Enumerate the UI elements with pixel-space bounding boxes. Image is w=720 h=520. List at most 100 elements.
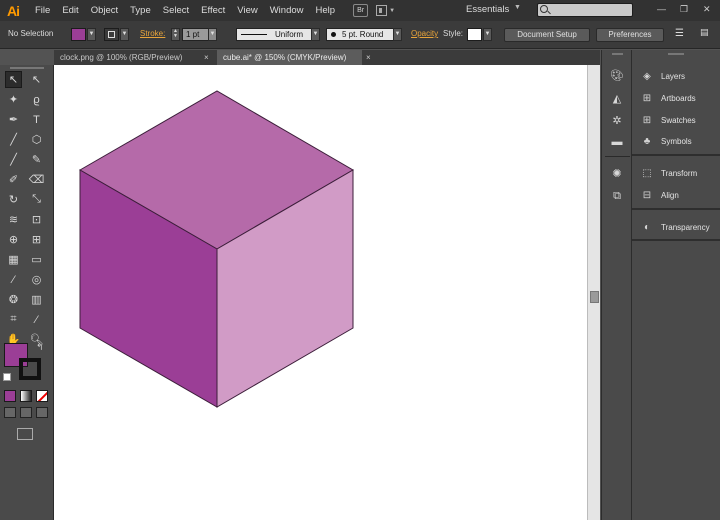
menu-select[interactable]: Select — [157, 0, 195, 21]
menu-effect[interactable]: Effect — [195, 0, 231, 21]
panel-transform[interactable]: ⬚ Transform — [632, 163, 720, 183]
vertical-scrollbar[interactable] — [587, 65, 600, 520]
draw-normal-icon[interactable] — [4, 407, 16, 418]
canvas-area[interactable] — [54, 65, 587, 520]
line-tool-icon[interactable]: ╱ — [5, 131, 22, 148]
stroke-weight-field[interactable]: 1 pt — [182, 28, 209, 41]
brushes-icon[interactable]: ✲ — [609, 112, 625, 128]
draw-behind-icon[interactable] — [20, 407, 32, 418]
restore-icon[interactable]: ❐ — [680, 4, 688, 15]
graphic-style-dropdown[interactable]: ▼ — [483, 28, 492, 41]
arrange-icon[interactable]: ☰ — [675, 28, 684, 39]
menu-view[interactable]: View — [231, 0, 263, 21]
polygon-tool-icon[interactable]: ⬡ — [28, 131, 45, 148]
rotate-tool-icon[interactable]: ↻ — [5, 191, 22, 208]
close-tab-icon[interactable]: × — [204, 50, 209, 65]
selection-tool-icon[interactable]: ↖ — [5, 71, 22, 88]
panel-align[interactable]: ⊟ Align — [632, 185, 720, 205]
bridge-button[interactable]: Br — [353, 4, 369, 17]
eyedropper-tool-icon[interactable]: ⁄ — [5, 271, 22, 288]
panel-grip[interactable] — [10, 67, 44, 69]
scale-tool-icon[interactable]: ⤡ — [28, 191, 45, 208]
tab-cube[interactable]: cube.ai* @ 150% (CMYK/Preview) — [217, 50, 362, 65]
none-mode-button[interactable] — [36, 390, 48, 402]
lasso-tool-icon[interactable]: ϱ — [28, 91, 45, 108]
opacity-label[interactable]: Opacity — [411, 29, 438, 38]
stroke-panel-icon[interactable]: ▬ — [609, 134, 625, 150]
illustrator-window: Ai File Edit Object Type Select Effect V… — [0, 0, 720, 520]
graphic-styles-icon[interactable]: ⧉ — [609, 188, 625, 204]
color-icon[interactable]: 🎨︎ — [609, 67, 625, 83]
artboard-tool-icon[interactable]: ⌗ — [5, 311, 22, 328]
stroke-label[interactable]: Stroke: — [140, 29, 165, 38]
color-mode-button[interactable] — [4, 390, 16, 402]
default-colors-icon[interactable] — [3, 373, 11, 381]
width-tool-icon[interactable]: ≋ — [5, 211, 22, 228]
app-logo: Ai — [7, 2, 20, 19]
gradient-mode-button[interactable] — [20, 390, 32, 402]
panel-layers[interactable]: ◈ Layers — [632, 66, 720, 86]
artboard[interactable] — [54, 65, 587, 520]
pen-tool-icon[interactable]: ✒ — [5, 111, 22, 128]
scrollbar-thumb[interactable] — [590, 291, 599, 303]
stroke-weight-dropdown[interactable]: ▼ — [208, 28, 217, 41]
gradient-tool-icon[interactable]: ▭ — [28, 251, 45, 268]
close-tab-icon[interactable]: × — [366, 50, 371, 65]
pencil-tool-icon[interactable]: ✎ — [28, 151, 45, 168]
fill-swatch[interactable] — [71, 28, 86, 41]
perspective-grid-tool-icon[interactable]: ⊞ — [28, 231, 45, 248]
panel-transparency[interactable]: ◐ Transparency — [632, 217, 720, 237]
arrange-documents-button[interactable]: ▼ — [376, 4, 400, 17]
menu-edit[interactable]: Edit — [56, 0, 84, 21]
menu-type[interactable]: Type — [124, 0, 157, 21]
workspace-switcher[interactable]: Essentials — [466, 4, 509, 15]
stroke-swatch[interactable] — [104, 28, 119, 41]
symbol-sprayer-tool-icon[interactable]: ❂ — [5, 291, 22, 308]
blob-brush-tool-icon[interactable]: ✐ — [5, 171, 22, 188]
swap-colors-icon[interactable]: ↰ — [36, 342, 44, 353]
graphic-style-swatch[interactable] — [467, 28, 482, 41]
menu-window[interactable]: Window — [264, 0, 310, 21]
document-setup-button[interactable]: Document Setup — [504, 28, 590, 42]
close-icon[interactable]: ✕ — [703, 4, 711, 15]
color-guide-icon[interactable]: ◭ — [609, 90, 625, 106]
panel-artboards[interactable]: ⊞ Artboards — [632, 88, 720, 108]
paintbrush-tool-icon[interactable]: ╱ — [5, 151, 22, 168]
brush-definition[interactable]: 5 pt. Round — [326, 28, 394, 41]
column-graph-tool-icon[interactable]: ▥ — [28, 291, 45, 308]
minimize-icon[interactable]: — — [657, 4, 666, 14]
shape-builder-tool-icon[interactable]: ⊕ — [5, 231, 22, 248]
stroke-dropdown[interactable]: ▼ — [120, 28, 129, 41]
panel-swatches[interactable]: ⊞ Swatches — [632, 110, 720, 130]
appearance-icon[interactable]: ✺ — [609, 165, 625, 181]
profile-dropdown[interactable]: ▼ — [311, 28, 320, 41]
tab-clock[interactable]: clock.png @ 100% (RGB/Preview) — [54, 50, 204, 65]
menu-help[interactable]: Help — [310, 0, 342, 21]
brush-dropdown[interactable]: ▼ — [393, 28, 402, 41]
eraser-tool-icon[interactable]: ⌫ — [28, 171, 45, 188]
help-search-input[interactable] — [537, 3, 633, 17]
slice-tool-icon[interactable]: ⁄ — [28, 311, 45, 328]
variable-width-profile[interactable]: Uniform — [236, 28, 312, 41]
stroke-weight-stepper[interactable]: ▲ ▼ — [171, 28, 180, 41]
blend-tool-icon[interactable]: ◎ — [28, 271, 45, 288]
menu-file[interactable]: File — [29, 0, 56, 21]
type-tool-icon[interactable]: T — [28, 111, 45, 128]
panel-menu-icon[interactable]: ▤ — [700, 27, 709, 38]
panel-grip[interactable] — [668, 53, 684, 55]
mesh-tool-icon[interactable]: ▦ — [5, 251, 22, 268]
cube-artwork — [78, 90, 354, 408]
panel-grip[interactable] — [612, 53, 623, 55]
free-transform-tool-icon[interactable]: ⊡ — [28, 211, 45, 228]
menu-object[interactable]: Object — [85, 0, 124, 21]
direct-selection-tool-icon[interactable]: ↖ — [28, 71, 45, 88]
preferences-button[interactable]: Preferences — [596, 28, 664, 42]
search-icon — [540, 5, 548, 13]
panel-label: Transform — [661, 168, 698, 178]
draw-inside-icon[interactable] — [36, 407, 48, 418]
stroke-color-box[interactable] — [19, 358, 41, 380]
fill-dropdown[interactable]: ▼ — [87, 28, 96, 41]
screen-mode-icon[interactable] — [17, 428, 33, 440]
magic-wand-tool-icon[interactable]: ✦ — [5, 91, 22, 108]
panel-symbols[interactable]: ♣ Symbols — [632, 131, 720, 151]
